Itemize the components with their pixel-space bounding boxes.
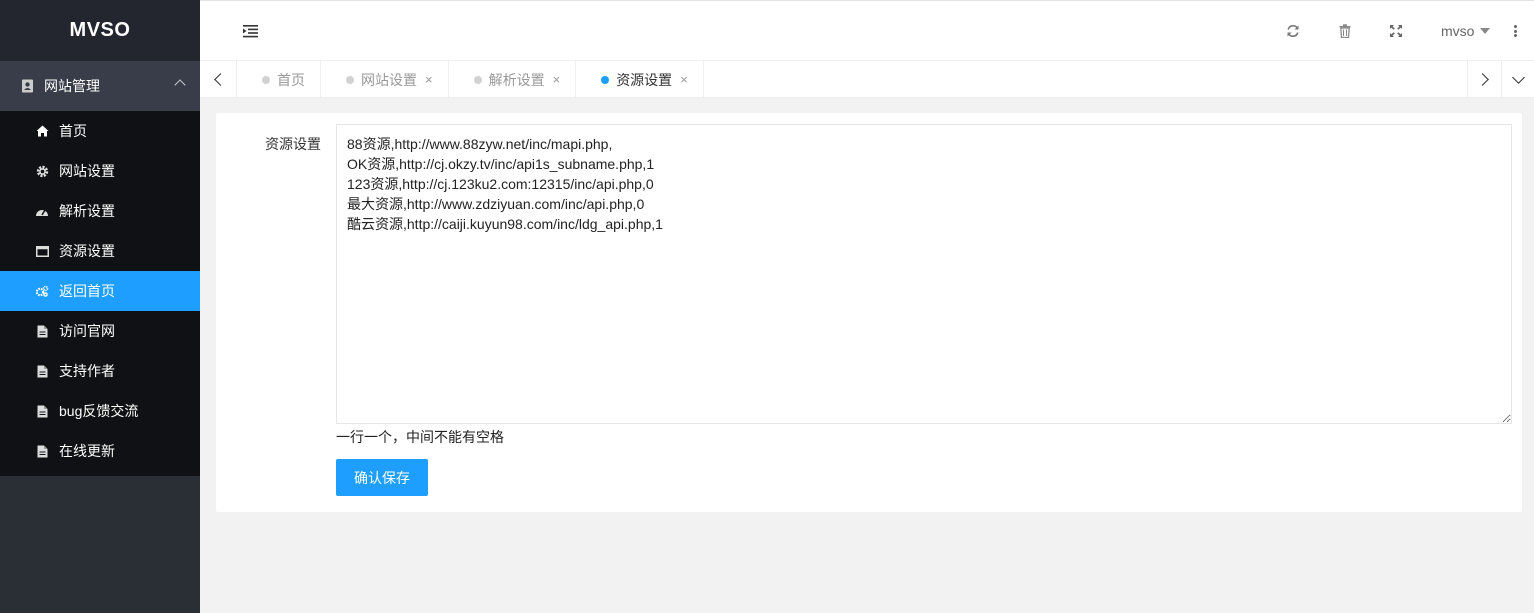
more-options-button[interactable] <box>1514 25 1518 37</box>
sidebar-item-label: 返回首页 <box>59 283 115 299</box>
tab-label: 网站设置 <box>361 71 417 88</box>
menu-toggle-button[interactable] <box>243 24 259 38</box>
file-icon <box>35 444 49 458</box>
sidebar-group-label: 网站管理 <box>44 78 100 94</box>
close-icon[interactable]: × <box>425 72 433 87</box>
resource-list-textarea[interactable]: 88资源,http://www.88zyw.net/inc/mapi.php, … <box>336 124 1512 424</box>
sidebar-item-online-update[interactable]: 在线更新 <box>0 431 200 471</box>
home-icon <box>35 124 49 138</box>
resource-settings-label: 资源设置 <box>265 136 321 152</box>
sidebar-item-site-settings[interactable]: 网站设置 <box>0 151 200 191</box>
top-header: mvso <box>200 0 1534 61</box>
tab-label: 资源设置 <box>616 71 673 88</box>
tabs-scroll-right-button[interactable] <box>1467 61 1502 98</box>
tab-status-dot <box>601 75 610 84</box>
fullscreen-button[interactable] <box>1388 23 1404 39</box>
tab-label: 解析设置 <box>488 71 545 88</box>
file-icon <box>35 324 49 338</box>
tab-status-dot <box>262 75 270 84</box>
sidebar-item-label: 在线更新 <box>59 443 115 459</box>
clear-cache-button[interactable] <box>1337 23 1353 39</box>
refresh-icon <box>1287 24 1299 38</box>
sidebar-item-label: 网站设置 <box>59 163 115 179</box>
username: mvso <box>1441 23 1475 39</box>
close-icon[interactable]: × <box>680 72 688 87</box>
chevron-right-icon <box>1476 73 1489 86</box>
close-icon[interactable]: × <box>553 72 561 87</box>
sidebar-item-label: 资源设置 <box>59 243 115 259</box>
tab-status-dot <box>346 75 354 84</box>
tab-site-settings[interactable]: 网站设置 × <box>321 61 449 98</box>
tabs-scroll-left-button[interactable] <box>200 61 237 98</box>
sidebar-item-label: 解析设置 <box>59 203 115 219</box>
sidebar-group-site-management[interactable]: 网站管理 <box>0 61 200 111</box>
sidebar-item-support-author[interactable]: 支持作者 <box>0 351 200 391</box>
chevron-left-icon <box>213 73 227 86</box>
chevron-down-icon <box>1511 70 1525 84</box>
tab-status-dot <box>473 75 482 84</box>
sidebar-submenu: 首页 网站设置 解析设置 资源设置 返回首页 访问官网 支持作者 bug反馈交流… <box>0 111 200 476</box>
save-button[interactable]: 确认保存 <box>336 459 428 496</box>
indent-icon <box>243 25 258 38</box>
file-icon <box>35 364 49 378</box>
tab-resource-settings[interactable]: 资源设置 × <box>576 61 704 98</box>
app-logo[interactable]: MVSO <box>0 0 200 61</box>
fullscreen-icon <box>1390 25 1402 37</box>
tab-home[interactable]: 首页 <box>237 61 321 98</box>
sidebar: MVSO 网站管理 首页 网站设置 解析设置 资源设置 返回首页 访问官网 支持… <box>0 0 200 613</box>
gear-icon <box>35 164 49 178</box>
tab-parse-settings[interactable]: 解析设置 × <box>449 61 577 98</box>
settings-form-card: 资源设置 88资源,http://www.88zyw.net/inc/mapi.… <box>216 113 1522 512</box>
address-book-icon <box>20 79 34 93</box>
page-tabs-bar: 首页 网站设置 × 解析设置 × 资源设置 × <box>200 61 1534 98</box>
sidebar-item-label: 访问官网 <box>59 323 115 339</box>
form-tip-text: 一行一个，中间不能有空格 <box>336 429 504 445</box>
sidebar-item-label: 支持作者 <box>59 363 115 379</box>
file-icon <box>35 404 49 418</box>
chevron-up-icon <box>174 79 186 91</box>
sidebar-item-visit-site[interactable]: 访问官网 <box>0 311 200 351</box>
sidebar-item-resource-settings[interactable]: 资源设置 <box>0 231 200 271</box>
tab-label: 首页 <box>277 71 305 88</box>
sidebar-item-home[interactable]: 首页 <box>0 111 200 151</box>
window-icon <box>35 244 49 258</box>
caret-down-icon <box>1480 28 1491 34</box>
user-menu[interactable]: mvso <box>1441 23 1491 39</box>
sidebar-item-bug-feedback[interactable]: bug反馈交流 <box>0 391 200 431</box>
dashboard-icon <box>35 204 49 218</box>
tab-list: 首页 网站设置 × 解析设置 × 资源设置 × <box>237 61 704 98</box>
tabs-options-button[interactable] <box>1502 61 1534 98</box>
gears-icon <box>35 284 49 298</box>
more-vertical-icon <box>1514 25 1517 28</box>
sidebar-item-parse-settings[interactable]: 解析设置 <box>0 191 200 231</box>
sidebar-item-label: bug反馈交流 <box>59 403 139 419</box>
sidebar-item-back-home[interactable]: 返回首页 <box>0 271 200 311</box>
refresh-button[interactable] <box>1285 23 1301 39</box>
trash-icon <box>1339 24 1351 38</box>
sidebar-item-label: 首页 <box>59 123 87 139</box>
